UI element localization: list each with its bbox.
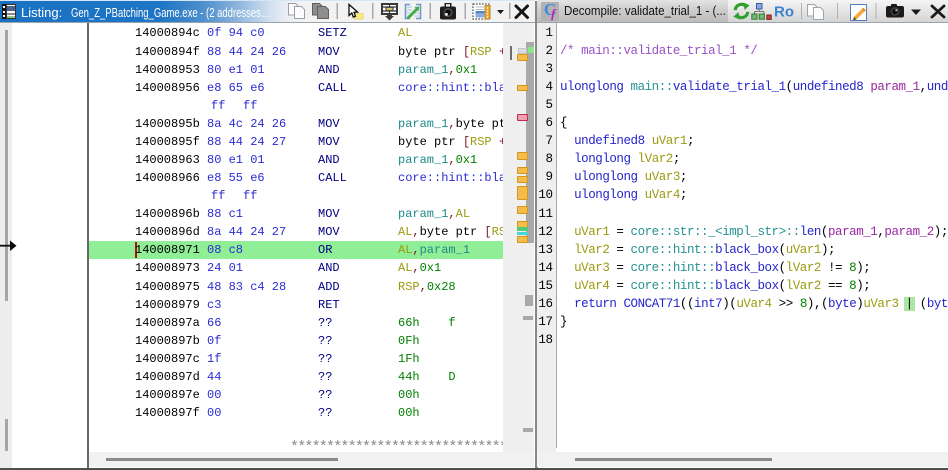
svg-text:Ro: Ro xyxy=(774,4,794,21)
